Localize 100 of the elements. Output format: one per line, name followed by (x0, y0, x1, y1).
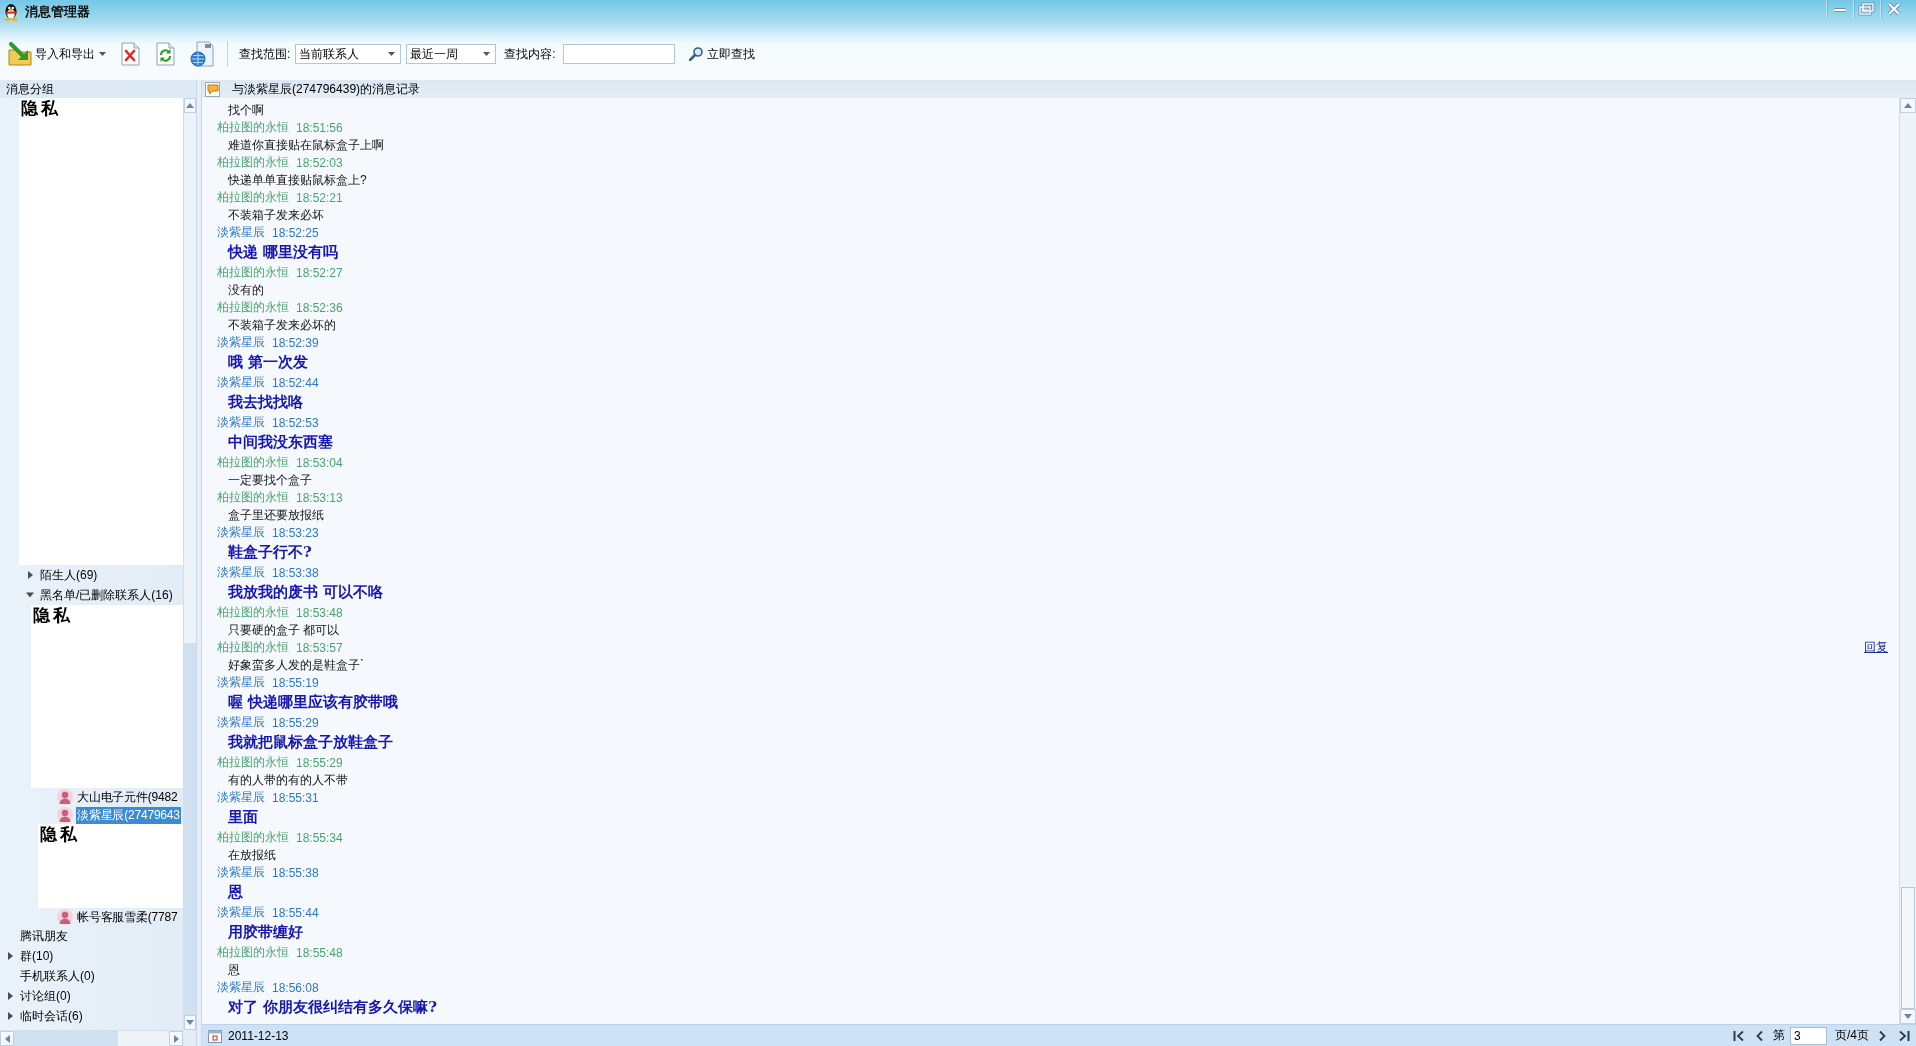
tree-item[interactable]: 黑名单/已删除联系人(16) (26, 585, 173, 605)
tree-item[interactable]: 陌生人(69) (26, 565, 98, 585)
tree-item[interactable]: 群(10) (6, 946, 54, 966)
message-time: 18:53:23 (272, 525, 319, 540)
tree-item[interactable]: 手机联系人(0) (20, 966, 95, 986)
search-content-label: 查找内容: (504, 45, 556, 63)
scroll-up-button[interactable] (184, 98, 196, 113)
caret-icon (99, 52, 106, 56)
avatar-icon (57, 807, 73, 823)
message-time: 18:52:03 (296, 155, 343, 170)
message-text: 用胶带缠好 (228, 922, 303, 943)
sender-name: 淡紫星辰 (217, 414, 265, 431)
search-content-field[interactable] (562, 44, 675, 64)
contact-item[interactable]: 淡紫星辰(27479643 (76, 806, 181, 824)
scrollbar-thumb[interactable] (184, 643, 196, 1015)
message-text: 只要硬的盒子 都可以 (228, 622, 340, 639)
folder-arrow-icon (8, 42, 32, 66)
message-text: 我就把鼠标盒子放鞋盒子 (228, 732, 393, 753)
sender-name: 淡紫星辰 (217, 564, 265, 581)
message-text: 我去找找咯 (228, 392, 303, 413)
scrollbar-thumb[interactable] (1901, 887, 1915, 1009)
up-arrow-icon (186, 103, 194, 108)
scope-label: 查找范围: (239, 45, 291, 63)
sender-name: 柏拉图的永恒 (217, 119, 289, 136)
message-time: 18:51:56 (296, 120, 343, 135)
message-time: 18:52:21 (296, 190, 343, 205)
tree-item[interactable]: 临时会话(6) (6, 1006, 83, 1026)
delete-button[interactable] (119, 40, 143, 68)
chevron-left-icon (1756, 1029, 1763, 1042)
message-text: 快递 哪里没有吗 (228, 242, 339, 263)
sender-name: 淡紫星辰 (217, 524, 265, 541)
message-time: 18:53:38 (272, 565, 319, 580)
caret-icon (388, 52, 396, 56)
period-dropdown[interactable]: 最近一周 (406, 44, 497, 64)
down-arrow-icon (1904, 1014, 1912, 1019)
contact-item[interactable]: 帐号客服雪柔(7787 (76, 908, 179, 926)
message-text: 一定要找个盒子 (228, 472, 312, 489)
message-time: 18:52:39 (272, 335, 319, 350)
penguin-icon (3, 3, 19, 21)
message-time: 18:52:25 (272, 225, 319, 240)
search-now-button[interactable]: 立即查找 (688, 40, 755, 68)
scroll-down-button[interactable] (184, 1015, 196, 1030)
sender-name: 柏拉图的永恒 (217, 944, 289, 961)
message-text: 难道你直接贴在鼠标盒子上啊 (228, 137, 384, 154)
message-text: 在放报纸 (228, 847, 276, 864)
sender-name: 淡紫星辰 (217, 979, 265, 996)
refresh-button[interactable] (154, 40, 178, 68)
message-time: 18:52:53 (272, 415, 319, 430)
sender-name: 柏拉图的永恒 (217, 189, 289, 206)
page-count: 页/4页 (1835, 1027, 1869, 1044)
horizontal-scrollbar[interactable] (0, 1030, 183, 1046)
sender-name: 柏拉图的永恒 (217, 299, 289, 316)
message-time: 18:55:31 (272, 790, 319, 805)
reply-link[interactable]: 回复 (1864, 639, 1888, 656)
sender-name: 柏拉图的永恒 (217, 489, 289, 506)
privacy-mask: 隐私 (19, 98, 183, 565)
scroll-left-button[interactable] (0, 1031, 14, 1046)
contact-item[interactable]: 大山电子元件(9482 (76, 788, 179, 806)
scrollbar-thumb[interactable] (14, 1031, 118, 1046)
sender-name: 淡紫星辰 (217, 864, 265, 881)
date-label: 2011-12-13 (228, 1028, 289, 1043)
tree-item[interactable]: 腾讯朋友 (20, 926, 68, 946)
conversation-title: 与淡紫星辰(274796439)的消息记录 (232, 80, 421, 98)
scroll-right-button[interactable] (169, 1031, 183, 1046)
sender-name: 淡紫星辰 (217, 789, 265, 806)
sender-name: 柏拉图的永恒 (217, 154, 289, 171)
page-number-field[interactable]: 3 (1790, 1026, 1827, 1045)
vertical-scrollbar[interactable] (183, 98, 196, 1030)
sender-name: 淡紫星辰 (217, 674, 265, 691)
sender-name: 柏拉图的永恒 (217, 604, 289, 621)
message-time: 18:52:36 (296, 300, 343, 315)
message-time: 18:55:19 (272, 675, 319, 690)
sender-name: 淡紫星辰 (217, 334, 265, 351)
message-text: 有的人带的有的人不带 (228, 772, 348, 789)
scope-dropdown[interactable]: 当前联系人 (295, 44, 402, 64)
tree-item[interactable]: 讨论组(0) (6, 986, 71, 1006)
message-text: 里面 (228, 807, 258, 828)
sender-name: 淡紫星辰 (217, 904, 265, 921)
globe-document-button[interactable] (189, 40, 215, 68)
import-export-button[interactable]: 导入和导出 (6, 40, 108, 68)
avatar-icon (57, 789, 73, 805)
privacy-mask: 隐私 (31, 605, 183, 788)
message-time: 18:55:44 (272, 905, 319, 920)
message-time: 18:55:38 (272, 865, 319, 880)
chevron-right-icon (1879, 1029, 1886, 1042)
message-text: 鞋盒子行不? (228, 542, 312, 563)
message-text: 找个啊 (228, 102, 264, 119)
message-time: 18:53:04 (296, 455, 343, 470)
message-time: 18:52:27 (296, 265, 343, 280)
message-text: 中间我没东西塞 (228, 432, 333, 453)
sender-name: 柏拉图的永恒 (217, 454, 289, 471)
vertical-scrollbar[interactable] (1899, 98, 1916, 1024)
sidebar-title: 消息分组 (0, 80, 196, 98)
message-text: 恩 (228, 962, 240, 979)
message-text: 盒子里还要放报纸 (228, 507, 324, 524)
message-time: 18:53:48 (296, 605, 343, 620)
scroll-up-button[interactable] (1900, 98, 1916, 113)
avatar-icon (57, 909, 73, 925)
window-title: 消息管理器 (25, 4, 90, 20)
restore-icon (1858, 2, 1876, 16)
